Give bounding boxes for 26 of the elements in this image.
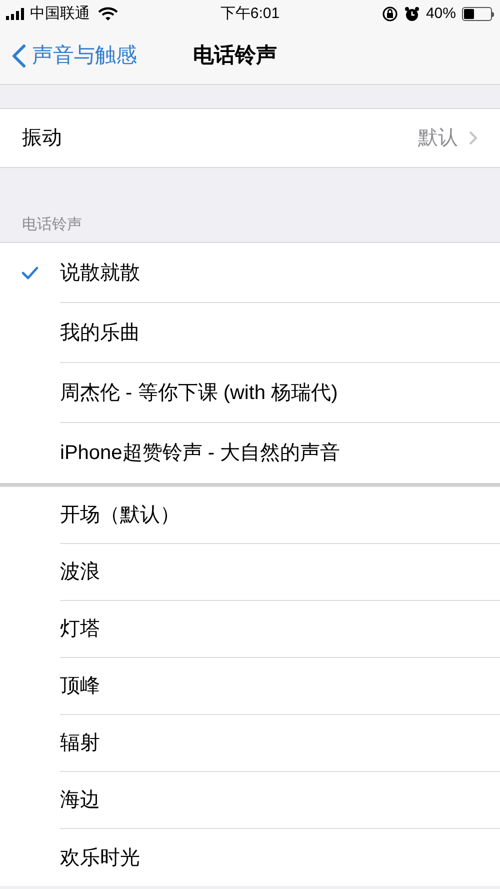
- ringtone-row[interactable]: 海边: [0, 772, 500, 829]
- alarm-icon: [404, 6, 420, 22]
- ringtone-row[interactable]: iPhone超赞铃声 - 大自然的声音: [0, 423, 500, 483]
- carrier-name: 中国联通: [30, 4, 90, 24]
- checkmark-icon: [21, 266, 39, 280]
- clock-time: 下午6:01: [219, 4, 281, 24]
- ringtone-row[interactable]: 欢乐时光: [0, 829, 500, 886]
- ringtone-row[interactable]: 说散就散: [0, 243, 500, 303]
- vibration-row[interactable]: 振动 默认: [0, 108, 500, 168]
- chevron-icon: [468, 130, 478, 146]
- signal-icon: [6, 8, 26, 20]
- wifi-icon: [98, 7, 118, 21]
- rotation-lock-icon: [382, 6, 398, 22]
- ringtone-row[interactable]: 波浪: [0, 544, 500, 601]
- ringtone-row[interactable]: 辐射: [0, 715, 500, 772]
- nav-title: 电话铃声: [193, 43, 277, 70]
- section-header: 电话铃声: [22, 214, 82, 234]
- back-chevron-icon: [12, 44, 26, 68]
- battery-icon: [462, 7, 492, 21]
- ringtone-row[interactable]: 开场（默认）: [0, 487, 500, 544]
- battery-percent: 40%: [426, 4, 456, 24]
- ringtone-row[interactable]: 我的乐曲: [0, 303, 500, 363]
- ringtone-row[interactable]: 灯塔: [0, 601, 500, 658]
- back-button[interactable]: 声音与触感: [0, 40, 137, 72]
- ringtone-row[interactable]: 顶峰: [0, 658, 500, 715]
- ringtone-row[interactable]: 周杰伦 - 等你下课 (with 杨瑞代): [0, 363, 500, 423]
